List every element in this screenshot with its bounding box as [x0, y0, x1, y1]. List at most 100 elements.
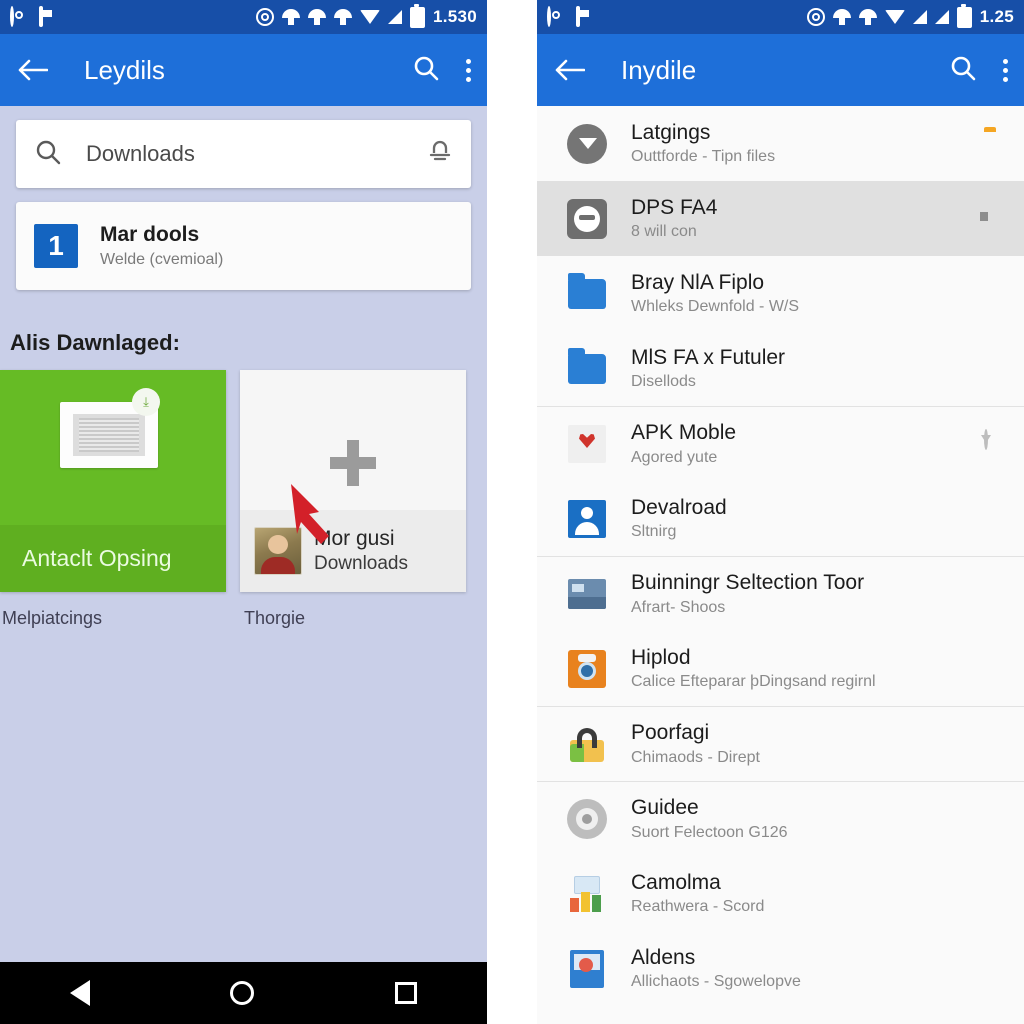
list-item-subtitle: Whleks Dewnfold - W/S	[631, 298, 800, 316]
plus-icon[interactable]	[330, 440, 376, 486]
page-title: Leydils	[84, 54, 165, 85]
gear-icon	[565, 797, 609, 841]
dark-tag-icon[interactable]	[984, 206, 1010, 232]
add-card-footer: Mor gusi Downloads	[240, 510, 466, 592]
screenshot-icon	[576, 5, 595, 27]
list-item[interactable]: Aldens Allichaots - Sgowelopve	[537, 931, 1024, 1006]
search-field[interactable]: Downloads	[16, 120, 471, 188]
list-item[interactable]: Poorfagi Chimaods - Dirept	[537, 706, 1024, 781]
send-icon	[565, 122, 609, 166]
nav-recents-icon[interactable]	[394, 982, 417, 1004]
checkbox-icon[interactable]	[984, 356, 1010, 382]
list-item-title: Bray NlA Fiplo	[631, 270, 765, 294]
wifi-alt2-icon	[333, 9, 352, 25]
list-item[interactable]: Camolma Reathwera - Scord	[537, 856, 1024, 931]
more-options-icon[interactable]	[466, 58, 471, 82]
list-item-meta: Poorfagi Chimaods - Dirept	[631, 721, 974, 766]
checkbox-icon[interactable]	[984, 956, 1010, 982]
list-item-subtitle: Afrart- Shoos	[631, 598, 726, 616]
artwork-thumbnail	[73, 414, 145, 456]
add-card-meta: Mor gusi Downloads	[314, 527, 408, 575]
list-item-meta: Devalroad Sltnirg	[631, 496, 974, 541]
list-item-title: DPS FA4	[631, 195, 718, 219]
list-item-subtitle: Sltnirg	[631, 523, 677, 541]
checkbox-icon[interactable]	[984, 581, 1010, 607]
list-item-meta: Bray NlA Fiplo Whleks Dewnfold - W/S	[631, 271, 974, 316]
app-bar-actions	[412, 54, 471, 87]
folder-icon	[565, 272, 609, 316]
list-item[interactable]: MlS FA x Futuler Disellods	[537, 331, 1024, 406]
list-item[interactable]: APK Moble Agored yute	[537, 406, 1024, 481]
file-badge: 1	[34, 224, 78, 268]
status-time: 1.25	[979, 7, 1014, 26]
folder-orange-icon[interactable]	[984, 131, 1010, 157]
list-item-subtitle: Suort Felectoon G126	[631, 823, 788, 841]
dual-screenshot: 1.530 Leydils Downloads 1 Mar dools Weld…	[0, 0, 1024, 1024]
list-item-meta: MlS FA x Futuler Disellods	[631, 346, 974, 391]
more-options-icon[interactable]	[1003, 58, 1008, 82]
wifi-icon	[884, 10, 905, 24]
search-input[interactable]: Downloads	[86, 141, 195, 167]
camera-icon	[565, 647, 609, 691]
add-card[interactable]: Mor gusi Downloads	[240, 370, 466, 592]
list-item[interactable]: Buinningr Seltection Toor Afrart- Shoos	[537, 556, 1024, 631]
nav-home-icon[interactable]	[230, 981, 255, 1005]
face-icon	[565, 197, 609, 241]
download-badge-icon: ⤓	[132, 388, 160, 416]
chart-icon	[565, 872, 609, 916]
doc-icon	[565, 947, 609, 991]
list-item-title: Camolma	[631, 870, 721, 894]
file-list: Latgings Outtforde - Tipn files DPS FA4 …	[537, 106, 1024, 1006]
status-right-icons: 1.530	[255, 3, 477, 28]
list-item-meta: Latgings Outtforde - Tipn files	[631, 121, 974, 166]
caption-green-card: Melpiatcings	[2, 608, 103, 628]
list-item[interactable]: Bray NlA Fiplo Whleks Dewnfold - W/S	[537, 256, 1024, 331]
list-item-meta: Guidee Suort Felectoon G126	[631, 796, 974, 841]
battery-icon	[409, 3, 425, 28]
section-title: Alis Dawnlaged:	[10, 330, 180, 355]
back-arrow-icon[interactable]	[16, 53, 50, 87]
message-icon	[547, 5, 566, 27]
checkbox-icon[interactable]	[984, 656, 1010, 682]
search-icon[interactable]	[949, 54, 977, 87]
wifi-alt-icon	[307, 9, 326, 25]
checkbox-icon[interactable]	[984, 806, 1010, 832]
list-item-subtitle: Allichaots - Sgowelopve	[631, 973, 801, 991]
preview-card-green[interactable]: ⤓ Antaclt Opsing	[0, 370, 226, 592]
cards-row: ⤓ Antaclt Opsing Mor gusi Downloads	[0, 370, 487, 592]
back-arrow-icon[interactable]	[553, 53, 587, 87]
bell-icon[interactable]	[427, 138, 453, 171]
list-item-subtitle: Chimaods - Dirept	[631, 748, 760, 766]
checkbox-icon[interactable]	[984, 881, 1010, 907]
list-item-subtitle: 8 will con	[631, 223, 697, 241]
list-item-meta: DPS FA4 8 will con	[631, 196, 974, 241]
android-nav-bar	[0, 962, 487, 1024]
left-status-bar: 1.530	[0, 0, 487, 34]
list-item-title: MlS FA x Futuler	[631, 345, 786, 369]
list-item-meta: Camolma Reathwera - Scord	[631, 871, 974, 916]
signal2-icon	[934, 10, 949, 24]
list-item[interactable]: Guidee Suort Felectoon G126	[537, 781, 1024, 856]
list-item-subtitle: Disellods	[631, 373, 696, 391]
list-item-title: Poorfagi	[631, 721, 710, 745]
file-subtitle: Welde (cvemioal)	[100, 250, 224, 268]
search-icon	[34, 138, 62, 171]
checkbox-icon[interactable]	[984, 731, 1010, 757]
list-item-title: Hiplod	[631, 645, 691, 669]
circle-arrow-icon[interactable]	[984, 429, 1010, 457]
avatar	[254, 527, 302, 575]
list-item[interactable]: Hiplod Calice Efteparar þDingsand regirn…	[537, 631, 1024, 706]
list-item[interactable]: Latgings Outtforde - Tipn files	[537, 106, 1024, 181]
list-item[interactable]: Devalroad Sltnirg	[537, 481, 1024, 556]
green-card-label: Antaclt Opsing	[0, 525, 226, 592]
list-item-subtitle: Agored yute	[631, 448, 718, 466]
list-item-meta: APK Moble Agored yute	[631, 421, 974, 466]
status-time: 1.530	[432, 7, 477, 26]
list-item[interactable]: DPS FA4 8 will con	[537, 181, 1024, 256]
nav-back-icon[interactable]	[70, 980, 91, 1006]
search-icon[interactable]	[412, 54, 440, 87]
file-list-item[interactable]: 1 Mar dools Welde (cvemioal)	[16, 202, 471, 290]
checkbox-icon[interactable]	[984, 281, 1010, 307]
message-icon	[10, 5, 29, 27]
checkbox-icon[interactable]	[984, 506, 1010, 532]
